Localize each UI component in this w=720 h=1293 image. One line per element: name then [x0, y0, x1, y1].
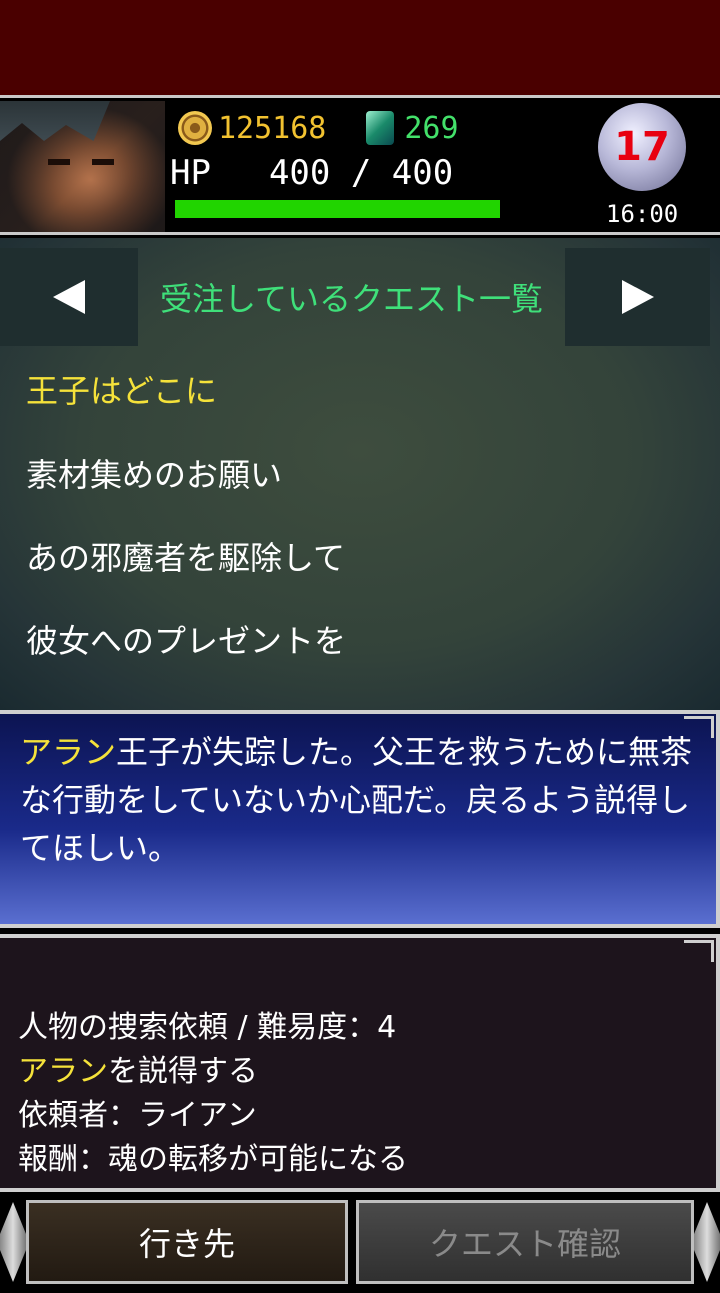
arrow-right-icon: [621, 280, 654, 314]
quest-list-header: 受注しているクエスト一覧: [0, 248, 720, 346]
hp-bar: [175, 200, 500, 218]
hp-label: HP: [170, 153, 211, 193]
frame-ornament-right: [694, 1202, 720, 1282]
quest-item[interactable]: 王子はどこに: [26, 366, 217, 412]
top-bar: [0, 0, 720, 95]
panel-corner-ornament: [684, 940, 714, 962]
quest-list-title: 受注しているクエスト一覧: [159, 280, 544, 318]
quest-item[interactable]: あの邪魔者を駆除して: [26, 533, 345, 579]
quest-description: アラン王子が失踪した。父王を救うために無茶な行動をしていないか心配だ。戻るよう説…: [20, 728, 700, 872]
objective-text: を説得する: [108, 1054, 258, 1089]
bottom-button-bar: 行き先 クエスト確認: [0, 1192, 720, 1293]
hp-row: HP 400 / 400: [170, 152, 453, 194]
day-number: 17: [614, 124, 670, 170]
currency-row: 125168 269: [178, 108, 459, 148]
hp-bar-fill: [175, 200, 500, 218]
coin-count: 125168: [218, 110, 327, 146]
quest-objective: アランを説得する: [18, 1046, 258, 1090]
description-highlight: アラン: [20, 733, 117, 771]
quest-detail-panel: 人物の捜索依頼 / 難易度：4 アランを説得する 依頼者：ライアン 報酬：魂の転…: [0, 934, 720, 1192]
game-clock: 16:00: [606, 200, 679, 228]
quest-item[interactable]: 彼女へのプレゼントを: [26, 616, 346, 662]
gem-count: 269: [404, 110, 459, 146]
hp-value: 400 / 400: [268, 153, 454, 193]
objective-highlight: アラン: [18, 1054, 108, 1089]
quest-client: 依頼者：ライアン: [18, 1098, 257, 1133]
moon-day-icon: 17: [598, 103, 686, 191]
description-text: 王子が失踪した。父王を救うために無茶な行動をしていないか心配だ。戻るよう説得して…: [20, 733, 693, 867]
coin-icon: [178, 111, 212, 145]
quest-list-area: 受注しているクエスト一覧 王子はどこに 素材集めのお願い あの邪魔者を駆除して …: [0, 238, 720, 710]
frame-ornament-left: [0, 1202, 26, 1282]
next-page-button[interactable]: [565, 248, 710, 346]
quest-item[interactable]: 素材集めのお願い: [26, 450, 282, 496]
prev-page-button[interactable]: [0, 248, 138, 346]
gem-icon: [366, 111, 395, 145]
quest-reward: 報酬：魂の転移が可能になる: [18, 1142, 408, 1177]
arrow-left-icon: [53, 280, 85, 314]
quest-type-difficulty: 人物の捜索依頼 / 難易度：4: [18, 1010, 397, 1045]
quest-confirm-button[interactable]: クエスト確認: [356, 1200, 694, 1284]
character-portrait: [0, 101, 165, 232]
destination-button[interactable]: 行き先: [26, 1200, 348, 1284]
quest-description-panel: アラン王子が失踪した。父王を救うために無茶な行動をしていないか心配だ。戻るよう説…: [0, 710, 720, 928]
